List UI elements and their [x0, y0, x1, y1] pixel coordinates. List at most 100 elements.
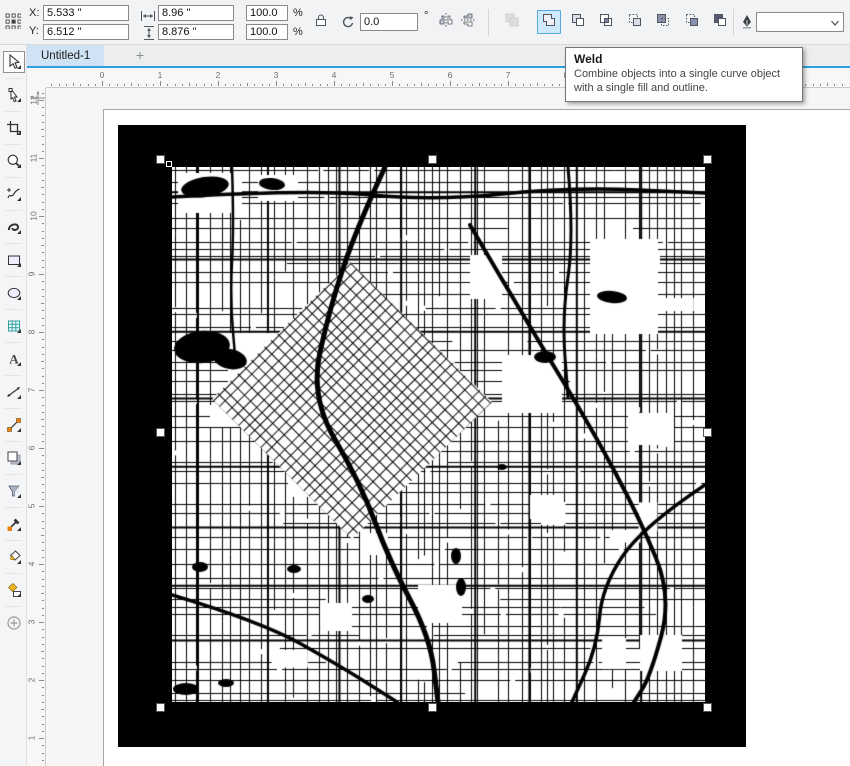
city-map-artwork[interactable]	[172, 167, 705, 702]
vertical-ruler[interactable]: 121110987654321	[27, 88, 46, 766]
ruler-tick	[95, 84, 96, 86]
ruler-tick	[42, 608, 44, 609]
ruler-tick	[42, 260, 44, 261]
object-width-input[interactable]	[158, 5, 234, 21]
scale-v-input[interactable]	[246, 24, 288, 40]
ruler-tick	[42, 644, 44, 645]
ruler-tick	[39, 216, 44, 217]
selection-handle[interactable]	[156, 428, 165, 437]
artistic-media-tool[interactable]	[3, 216, 25, 238]
connector-tool[interactable]	[3, 414, 25, 436]
ruler-tick	[39, 448, 44, 449]
ruler-tick	[42, 434, 44, 435]
create-boundary-button[interactable]	[708, 10, 732, 34]
y-position-input[interactable]	[43, 24, 129, 40]
front-minus-back-icon	[655, 12, 671, 33]
ruler-tick	[42, 412, 44, 413]
toolbox-separator	[5, 309, 22, 310]
ruler-tick	[42, 194, 44, 195]
ruler-tick	[813, 84, 814, 86]
ruler-tick	[153, 84, 154, 86]
intersect-button[interactable]	[594, 10, 618, 34]
y-label: Y:	[29, 25, 39, 37]
ruler-tick	[41, 593, 45, 594]
color-eyedropper-tool[interactable]	[3, 513, 25, 535]
selection-handle[interactable]	[703, 428, 712, 437]
simplify-button[interactable]	[623, 10, 647, 34]
x-position-input[interactable]	[43, 5, 129, 21]
ruler-tick	[42, 426, 44, 427]
rectangle-tool[interactable]	[3, 249, 25, 271]
ruler-tick	[42, 753, 44, 754]
transparency-tool[interactable]	[3, 480, 25, 502]
ruler-origin-icon[interactable]	[30, 90, 46, 111]
scale-h-input[interactable]	[246, 5, 288, 21]
ruler-tick	[450, 81, 451, 86]
smart-fill-tool[interactable]	[3, 579, 25, 601]
ruler-corner	[27, 68, 46, 88]
drop-shadow-tool[interactable]	[3, 447, 25, 469]
freehand-tool[interactable]	[3, 183, 25, 205]
ruler-number: 3	[274, 70, 279, 80]
ruler-tick	[805, 84, 806, 86]
mirror-horizontal-button[interactable]	[434, 10, 458, 34]
mirror-vertical-button[interactable]	[456, 10, 480, 34]
ruler-tick	[298, 84, 299, 86]
new-document-tab-button[interactable]: +	[127, 45, 153, 67]
document-tab-untitled-1[interactable]: Untitled-1	[27, 45, 104, 67]
zoom-tool[interactable]	[3, 150, 25, 172]
selection-handle[interactable]	[703, 703, 712, 712]
outline-width-dropdown[interactable]	[756, 12, 844, 32]
back-minus-front-button[interactable]	[680, 10, 704, 34]
ruler-tick	[88, 84, 89, 86]
shape-tool[interactable]	[3, 84, 25, 106]
selection-handle[interactable]	[703, 155, 712, 164]
ruler-tick	[247, 83, 248, 87]
chevron-down-icon	[830, 18, 840, 28]
ruler-number: 10	[29, 211, 39, 220]
ruler-tick	[42, 441, 44, 442]
separator	[733, 9, 734, 36]
ruler-tick	[146, 84, 147, 86]
curve-node-marker	[166, 161, 172, 167]
weld-button[interactable]	[537, 10, 561, 34]
front-minus-back-button[interactable]	[651, 10, 675, 34]
percent-v-label: %	[293, 26, 303, 38]
lock-ratio-button[interactable]	[309, 10, 333, 34]
crop-tool[interactable]	[3, 117, 25, 139]
toolbox-separator	[5, 210, 22, 211]
weld-tooltip: Weld Combine objects into a single curve…	[565, 47, 803, 102]
dimension-tool[interactable]	[3, 381, 25, 403]
ruler-tick	[42, 281, 44, 282]
ruler-tick	[42, 528, 44, 529]
selection-handle[interactable]	[156, 703, 165, 712]
ruler-tick	[42, 231, 44, 232]
ruler-tick	[349, 84, 350, 86]
ruler-tick	[39, 680, 44, 681]
ruler-tick	[42, 115, 44, 116]
text-tool[interactable]: A	[3, 348, 25, 370]
toolbox-separator	[5, 276, 22, 277]
ruler-tick	[42, 151, 44, 152]
ruler-tick	[167, 84, 168, 86]
object-height-input[interactable]	[158, 24, 234, 40]
ellipse-tool[interactable]	[3, 282, 25, 304]
selection-handle[interactable]	[428, 155, 437, 164]
ruler-tick	[73, 83, 74, 87]
ruler-tick	[41, 129, 45, 130]
intersect-icon	[598, 12, 614, 33]
ruler-tick	[42, 673, 44, 674]
ruler-tick	[370, 84, 371, 86]
selection-handle[interactable]	[428, 703, 437, 712]
ruler-tick	[42, 637, 44, 638]
ruler-tick	[42, 716, 44, 717]
combine-icon	[504, 12, 520, 33]
ruler-tick	[39, 506, 44, 507]
selection-handle[interactable]	[156, 155, 165, 164]
trim-button[interactable]	[566, 10, 590, 34]
interactive-fill-tool[interactable]	[3, 546, 25, 568]
ruler-tick	[42, 252, 44, 253]
rotation-angle-input[interactable]	[360, 13, 418, 31]
graph-paper-tool[interactable]	[3, 315, 25, 337]
pick-tool[interactable]	[3, 51, 25, 73]
